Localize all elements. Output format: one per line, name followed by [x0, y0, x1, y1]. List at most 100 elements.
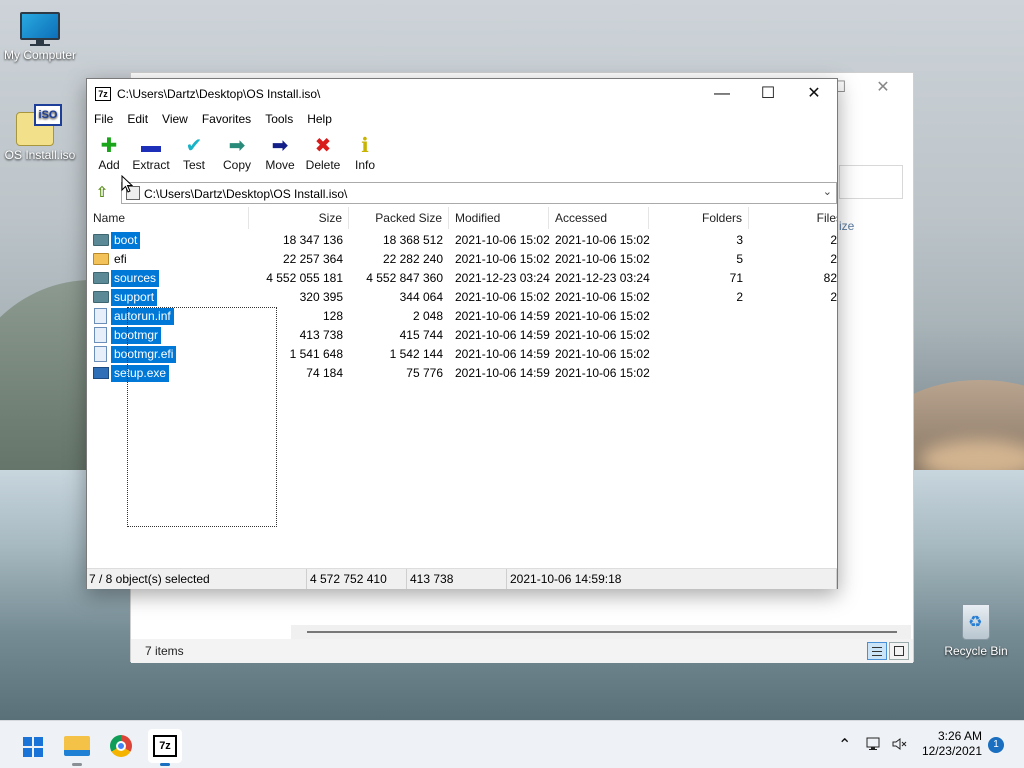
details-view-button[interactable]: [867, 642, 887, 660]
cell-accessed: 2021-10-06 15:02: [555, 347, 650, 361]
taskbar-chrome[interactable]: [104, 729, 138, 763]
maximize-button[interactable]: ☐: [745, 79, 791, 109]
file-list[interactable]: Name Size Packed Size Modified Accessed …: [87, 207, 837, 567]
menu-help[interactable]: Help: [300, 109, 339, 126]
cell-accessed: 2021-10-06 15:02: [555, 309, 650, 323]
title-bar[interactable]: 7z C:\Users\Dartz\Desktop\OS Install.iso…: [87, 79, 837, 109]
large-icons-view-button[interactable]: [889, 642, 909, 660]
column-name[interactable]: Name: [87, 207, 249, 229]
cell-packed-size: 75 776: [406, 366, 443, 380]
menu-favorites[interactable]: Favorites: [195, 109, 258, 126]
cell-modified: 2021-12-23 03:24: [455, 271, 550, 285]
extract-button[interactable]: ▬ Extract: [131, 134, 171, 172]
file-name: efi: [114, 252, 127, 266]
notification-badge[interactable]: 1: [988, 737, 1004, 753]
copy-button[interactable]: ➡ Copy: [221, 134, 253, 172]
desktop-icon-os-install-iso[interactable]: iSO OS Install.iso: [0, 104, 80, 162]
taskbar-file-explorer[interactable]: [60, 729, 94, 766]
cell-modified: 2021-10-06 14:59: [455, 328, 550, 342]
7zip-app-icon: 7z: [95, 87, 111, 101]
column-size[interactable]: Size: [249, 207, 349, 229]
add-label: Add: [98, 158, 120, 172]
table-row[interactable]: efi 22 257 364 22 282 240 2021-10-06 15:02 2…: [87, 250, 837, 269]
toolbar: ✚ Add ▬ Extract ✔ Test ➡ Copy ➡ Move ✖ D…: [87, 131, 837, 179]
table-row[interactable]: sources 4 552 055 181 4 552 847 360 2021-12…: [87, 269, 837, 288]
column-accessed[interactable]: Accessed: [549, 207, 649, 229]
cell-accessed: 2021-10-06 15:02: [555, 366, 650, 380]
cell-accessed: 2021-12-23 03:24: [555, 271, 650, 285]
menu-bar: File Edit View Favorites Tools Help: [87, 109, 837, 129]
close-button[interactable]: ✕: [791, 79, 837, 109]
column-packed-size[interactable]: Packed Size: [349, 207, 449, 229]
move-label: Move: [265, 158, 295, 172]
info-icon: ℹ: [361, 135, 369, 157]
taskbar: 7z ⌃ 3:26 AM 12/23/2021 1: [0, 720, 1024, 768]
cell-modified: 2021-10-06 14:59: [455, 366, 550, 380]
cell-packed-size: 18 368 512: [382, 233, 443, 247]
chevron-down-icon[interactable]: ⌄: [823, 185, 832, 198]
cell-packed-size: 22 282 240: [382, 252, 443, 266]
clock[interactable]: 3:26 AM 12/23/2021: [908, 729, 982, 759]
file-name: support: [111, 289, 158, 306]
file-icon: [94, 346, 107, 362]
move-button[interactable]: ➡ Move: [263, 134, 297, 172]
column-folders[interactable]: Folders: [649, 207, 749, 229]
address-field[interactable]: C:\Users\Dartz\Desktop\OS Install.iso\ ⌄: [121, 182, 837, 204]
start-button[interactable]: [15, 729, 49, 763]
test-button[interactable]: ✔ Test: [181, 134, 207, 172]
status-item-size: 413 738: [407, 569, 507, 589]
taskbar-7zip[interactable]: 7z: [148, 729, 182, 766]
cell-packed-size: 2 048: [412, 309, 443, 323]
table-row[interactable]: boot 18 347 136 18 368 512 2021-10-06 15:02…: [87, 231, 837, 250]
volume-muted-icon[interactable]: [892, 737, 908, 768]
desktop-icon-recycle-bin[interactable]: ♻ Recycle Bin: [936, 598, 1016, 658]
file-name: boot: [111, 232, 141, 249]
menu-view[interactable]: View: [155, 109, 195, 126]
add-button[interactable]: ✚ Add: [95, 134, 123, 172]
cell-folders: 2: [736, 290, 743, 304]
7zip-icon: 7z: [153, 735, 177, 757]
cell-folders: [649, 307, 743, 326]
table-row[interactable]: support 320 395 344 064 2021-10-06 15:02 202…: [87, 288, 837, 307]
cell-files: [749, 345, 837, 364]
close-icon[interactable]: ✕: [861, 77, 905, 97]
desktop-icon-my-computer[interactable]: My Computer: [0, 12, 80, 62]
7zip-window[interactable]: 7z C:\Users\Dartz\Desktop\OS Install.iso…: [86, 78, 838, 589]
info-button[interactable]: ℹ Info: [353, 134, 377, 172]
cell-accessed: 2021-10-06 15:02: [555, 328, 650, 342]
selection-rectangle: [127, 307, 277, 527]
cell-packed-size: 415 744: [399, 328, 443, 342]
delete-label: Delete: [305, 158, 341, 172]
menu-tools[interactable]: Tools: [258, 109, 300, 126]
menu-edit[interactable]: Edit: [120, 109, 155, 126]
cell-size: 18 347 136: [282, 233, 343, 247]
delete-button[interactable]: ✖ Delete: [305, 134, 341, 172]
cell-modified: 2021-10-06 15:02: [455, 252, 550, 266]
network-icon[interactable]: [866, 737, 882, 768]
copy-label: Copy: [222, 158, 251, 172]
minimize-button[interactable]: —: [699, 79, 745, 109]
column-files[interactable]: Files: [749, 207, 837, 229]
copy-icon: ➡: [228, 135, 246, 157]
chevron-up-icon[interactable]: ⌃: [838, 735, 851, 768]
explorer-horizontal-scrollbar[interactable]: [291, 625, 911, 639]
info-label: Info: [354, 158, 375, 172]
extract-icon: ▬: [141, 135, 161, 157]
monitor-icon: [18, 12, 62, 46]
column-modified[interactable]: Modified: [449, 207, 549, 229]
menu-file[interactable]: File: [87, 109, 120, 126]
address-bar: ⇧ C:\Users\Dartz\Desktop\OS Install.iso\…: [87, 181, 837, 205]
application-icon: [93, 367, 109, 379]
cell-folders: 3: [736, 233, 743, 247]
cell-files: [749, 364, 837, 383]
cell-packed-size: 1 542 144: [389, 347, 443, 361]
cell-files: [749, 307, 837, 326]
cell-folders: 5: [736, 252, 743, 266]
status-item-date: 2021-10-06 14:59:18: [507, 569, 837, 589]
address-path: C:\Users\Dartz\Desktop\OS Install.iso\: [144, 187, 348, 201]
explorer-search-box[interactable]: [839, 165, 903, 199]
cell-size: 4 552 055 181: [266, 271, 343, 285]
delete-icon: ✖: [314, 135, 332, 157]
explorer-item-count: 7 items: [145, 644, 184, 658]
up-folder-icon[interactable]: ⇧: [93, 184, 111, 202]
